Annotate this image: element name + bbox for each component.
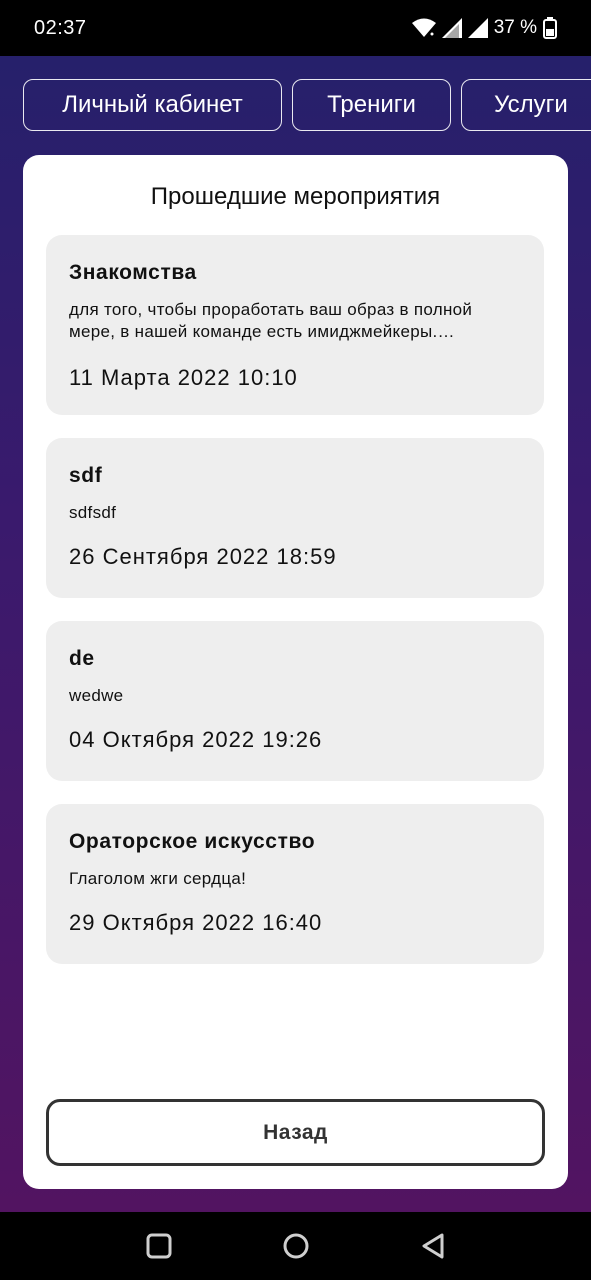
status-icons: 37 % [411,17,557,39]
event-date: 29 Октября 2022 16:40 [69,910,323,935]
event-title: de [69,647,95,670]
signal-icon [467,18,488,38]
event-description: для того, чтобы проработать ваш образ в … [69,300,473,341]
battery-text: 37 % [493,17,537,38]
tab-personal-account[interactable]: Личный кабинет [23,79,282,131]
signal-icon [441,18,462,38]
status-time: 02:37 [34,16,87,39]
recent-apps-icon[interactable] [146,1233,172,1259]
home-icon[interactable] [282,1232,310,1260]
event-date: 11 Марта 2022 10:10 [69,365,298,390]
event-card[interactable]: Знакомства для того, чтобы проработать в… [46,235,544,415]
event-description: wedwe [69,686,124,705]
event-card[interactable]: sdf sdfsdf 26 Сентября 2022 18:59 [46,438,544,598]
battery-icon [543,17,557,39]
event-description: sdfsdf [69,503,117,522]
wifi-icon [411,18,436,38]
status-bar: 02:37 37 % [0,0,591,56]
event-date: 26 Сентября 2022 18:59 [69,544,337,569]
event-date: 04 Октября 2022 19:26 [69,727,323,752]
back-icon[interactable] [420,1232,446,1260]
tab-services[interactable]: Услуги [461,79,591,131]
past-events-card: Прошедшие мероприятия Знакомства для тог… [23,155,568,1189]
back-button[interactable]: Назад [46,1099,545,1166]
event-title: Знакомства [69,261,197,284]
event-title: Ораторское искусство [69,830,316,853]
page-title: Прошедшие мероприятия [150,183,441,210]
event-title: sdf [69,464,103,487]
top-tabs: Личный кабинет Трениги Услуги [23,79,591,131]
event-description: Глаголом жги сердца! [69,869,247,888]
system-nav-bar [0,1212,591,1280]
tab-trainings[interactable]: Трениги [292,79,451,131]
events-list: Знакомства для того, чтобы проработать в… [46,235,544,987]
event-card[interactable]: Ораторское искусство Глаголом жги сердца… [46,804,544,964]
event-card[interactable]: de wedwe 04 Октября 2022 19:26 [46,621,544,781]
